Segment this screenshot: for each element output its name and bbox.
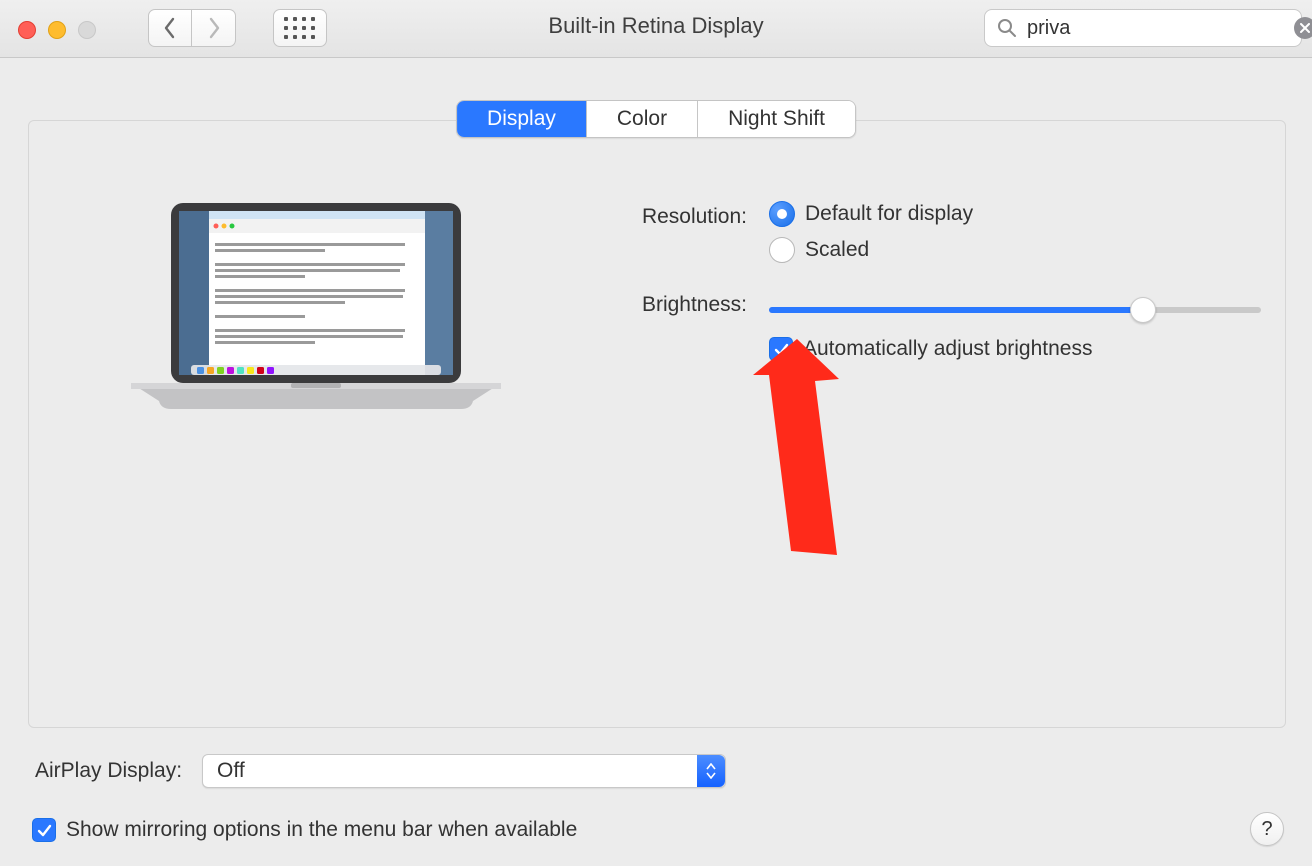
brightness-slider[interactable] — [769, 297, 1261, 321]
display-preview-image — [121, 197, 511, 433]
zoom-window-button[interactable] — [78, 21, 96, 39]
brightness-label: Brightness: — [609, 289, 769, 317]
back-button[interactable] — [148, 9, 192, 47]
content-area: Resolution: Default for display Scaled B… — [0, 58, 1312, 866]
grid-icon — [284, 17, 316, 40]
minimize-window-button[interactable] — [48, 21, 66, 39]
tab-display[interactable]: Display — [457, 101, 587, 137]
settings-panel: Resolution: Default for display Scaled B… — [28, 120, 1286, 728]
airplay-label: AirPlay Display: — [35, 759, 182, 783]
slider-thumb[interactable] — [1130, 297, 1156, 323]
mirroring-label: Show mirroring options in the menu bar w… — [66, 818, 577, 842]
auto-brightness-label: Automatically adjust brightness — [803, 337, 1092, 361]
select-stepper-icon — [697, 755, 725, 787]
resolution-default-label: Default for display — [805, 202, 973, 226]
display-settings: Resolution: Default for display Scaled B… — [609, 201, 1285, 377]
airplay-row: AirPlay Display: Off — [35, 754, 726, 788]
tab-bar: Display Color Night Shift — [456, 100, 856, 138]
title-bar: Built-in Retina Display — [0, 0, 1312, 58]
close-icon — [1300, 23, 1310, 33]
airplay-select[interactable]: Off — [202, 754, 726, 788]
resolution-default-option[interactable]: Default for display — [769, 201, 1285, 227]
forward-button[interactable] — [192, 9, 236, 47]
mirroring-checkbox[interactable]: Show mirroring options in the menu bar w… — [32, 818, 577, 842]
resolution-row: Resolution: Default for display Scaled — [609, 201, 1285, 273]
airplay-value: Off — [217, 759, 245, 783]
radio-unchecked-icon — [769, 237, 795, 263]
brightness-row: Brightness: Automatically adjust brightn… — [609, 289, 1285, 361]
clear-search-button[interactable] — [1294, 17, 1312, 39]
tab-night-shift[interactable]: Night Shift — [698, 101, 855, 137]
traffic-lights — [18, 21, 96, 39]
checkbox-checked-icon — [32, 818, 56, 842]
radio-checked-icon — [769, 201, 795, 227]
close-window-button[interactable] — [18, 21, 36, 39]
slider-fill — [769, 307, 1143, 313]
help-icon: ? — [1261, 818, 1272, 841]
checkbox-checked-icon — [769, 337, 793, 361]
nav-buttons — [148, 9, 236, 47]
resolution-scaled-label: Scaled — [805, 238, 869, 262]
search-icon — [997, 18, 1017, 38]
tab-color[interactable]: Color — [587, 101, 698, 137]
resolution-label: Resolution: — [609, 201, 769, 229]
chevron-left-icon — [162, 16, 178, 40]
resolution-scaled-option[interactable]: Scaled — [769, 237, 1285, 263]
auto-brightness-checkbox[interactable]: Automatically adjust brightness — [769, 337, 1285, 361]
chevron-right-icon — [206, 16, 222, 40]
help-button[interactable]: ? — [1250, 812, 1284, 846]
search-input[interactable] — [1025, 16, 1294, 41]
search-field[interactable] — [984, 9, 1302, 47]
show-all-button[interactable] — [273, 9, 327, 47]
